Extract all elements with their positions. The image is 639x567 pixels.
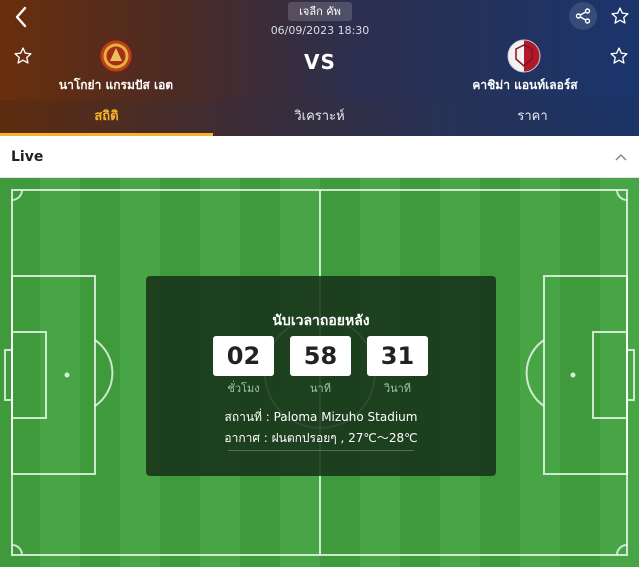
tab-stats[interactable]: สถิติ bbox=[0, 100, 213, 136]
countdown-hours: 02 bbox=[213, 336, 274, 376]
hours-label: ชั่วโมง bbox=[227, 382, 260, 395]
weather-info: อากาศ : ฝนตกปรอยๆ , 27℃～28℃ bbox=[224, 431, 418, 445]
back-arrow-icon bbox=[15, 6, 27, 28]
live-section-header[interactable]: Live bbox=[0, 136, 639, 178]
football-pitch: นับเวลาถอยหลัง 02 58 31 ชั่วโมง นาที วิน… bbox=[0, 178, 639, 567]
versus-label: VS bbox=[304, 50, 336, 74]
share-button[interactable] bbox=[569, 2, 597, 30]
collapse-button[interactable] bbox=[612, 148, 630, 166]
panel-divider bbox=[228, 450, 414, 451]
match-header: เจลีก คัพ 06/09/2023 18:30 นาโกย่า แกรมป… bbox=[0, 0, 639, 100]
home-team-logo[interactable] bbox=[99, 39, 133, 73]
match-tabs: สถิติ วิเคราะห์ ราคา bbox=[0, 100, 639, 136]
minutes-label: นาที bbox=[310, 382, 331, 395]
countdown-panel: นับเวลาถอยหลัง 02 58 31 ชั่วโมง นาที วิน… bbox=[146, 276, 496, 476]
countdown-seconds: 31 bbox=[367, 336, 428, 376]
star-icon bbox=[14, 47, 32, 64]
live-label: Live bbox=[11, 149, 44, 165]
share-icon bbox=[575, 8, 591, 24]
favorite-away-button[interactable] bbox=[607, 44, 631, 68]
away-team-name[interactable]: คาชิม่า แอนท์เลอร์ส bbox=[455, 76, 595, 95]
countdown-minutes: 58 bbox=[290, 336, 351, 376]
chevron-up-icon bbox=[615, 153, 627, 161]
tab-analysis[interactable]: วิเคราะห์ bbox=[213, 100, 426, 136]
star-icon bbox=[610, 47, 628, 64]
star-icon bbox=[611, 7, 629, 24]
countdown-title: นับเวลาถอยหลัง bbox=[272, 313, 370, 329]
tab-odds[interactable]: ราคา bbox=[426, 100, 639, 136]
favorite-match-button[interactable] bbox=[607, 3, 633, 29]
away-team-logo[interactable] bbox=[507, 39, 541, 73]
home-team-name[interactable]: นาโกย่า แกรมปัส เอต bbox=[46, 76, 186, 95]
venue-info: สถานที่ : Paloma Mizuho Stadium bbox=[224, 410, 418, 424]
seconds-label: วินาที bbox=[383, 382, 412, 395]
back-button[interactable] bbox=[8, 4, 34, 30]
league-badge: เจลีก คัพ bbox=[288, 2, 352, 21]
favorite-home-button[interactable] bbox=[11, 44, 35, 68]
match-datetime: 06/09/2023 18:30 bbox=[270, 24, 370, 37]
